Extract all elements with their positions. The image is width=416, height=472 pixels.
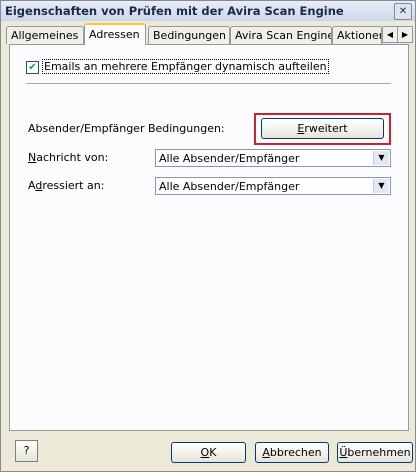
properties-dialog: Eigenschaften von Prüfen mit der Avira S…: [0, 0, 416, 472]
tab-panel-adressen: ✔ Emails an mehrere Empfänger dynamisch …: [9, 44, 409, 431]
conditions-label: Absender/Empfänger Bedingungen:: [28, 122, 225, 135]
addressed-to-select[interactable]: Alle Absender/Empfänger ▼: [155, 177, 391, 195]
addressed-to-label: Adressiert an:: [28, 179, 105, 192]
help-icon: ?: [23, 444, 30, 457]
tab-avira-scan-engine[interactable]: Avira Scan Engine: [230, 26, 332, 44]
tab-strip: Allgemeines Adressen Bedingungen Avira S…: [6, 23, 413, 45]
close-icon: ✕: [398, 6, 408, 17]
split-recipients-label[interactable]: Emails an mehrere Empfänger dynamisch au…: [42, 59, 329, 74]
split-recipients-checkbox[interactable]: ✔: [26, 61, 39, 74]
tab-scroll-left-button[interactable]: ◀: [382, 26, 398, 43]
addressed-to-value: Alle Absender/Empfänger: [159, 180, 300, 193]
chevron-down-icon[interactable]: ▼: [373, 151, 389, 165]
tab-aktionen[interactable]: Aktionen: [332, 26, 382, 44]
message-from-value: Alle Absender/Empfänger: [159, 152, 300, 165]
apply-button[interactable]: Übernehmen: [337, 442, 413, 463]
arrow-left-icon: ◀: [386, 30, 394, 39]
tab-scroll-right-button[interactable]: ▶: [397, 26, 413, 43]
message-from-label: Nachricht von:: [28, 151, 109, 164]
tab-bedingungen[interactable]: Bedingungen: [148, 26, 230, 44]
tab-allgemeines[interactable]: Allgemeines: [6, 26, 84, 44]
help-button[interactable]: ?: [15, 440, 38, 462]
cancel-button[interactable]: Abbrechen: [255, 442, 329, 463]
title-bar[interactable]: Eigenschaften von Prüfen mit der Avira S…: [1, 1, 415, 21]
checkmark-icon: ✔: [28, 62, 37, 73]
window-title: Eigenschaften von Prüfen mit der Avira S…: [5, 4, 344, 18]
arrow-right-icon: ▶: [401, 30, 409, 39]
ok-button[interactable]: OK: [171, 442, 246, 463]
message-from-select[interactable]: Alle Absender/Empfänger ▼: [155, 149, 391, 167]
tab-adressen[interactable]: Adressen: [84, 23, 146, 45]
close-button[interactable]: ✕: [394, 3, 412, 20]
separator: [26, 83, 391, 85]
extended-button[interactable]: Erweitert: [261, 118, 384, 139]
chevron-down-icon[interactable]: ▼: [373, 179, 389, 193]
